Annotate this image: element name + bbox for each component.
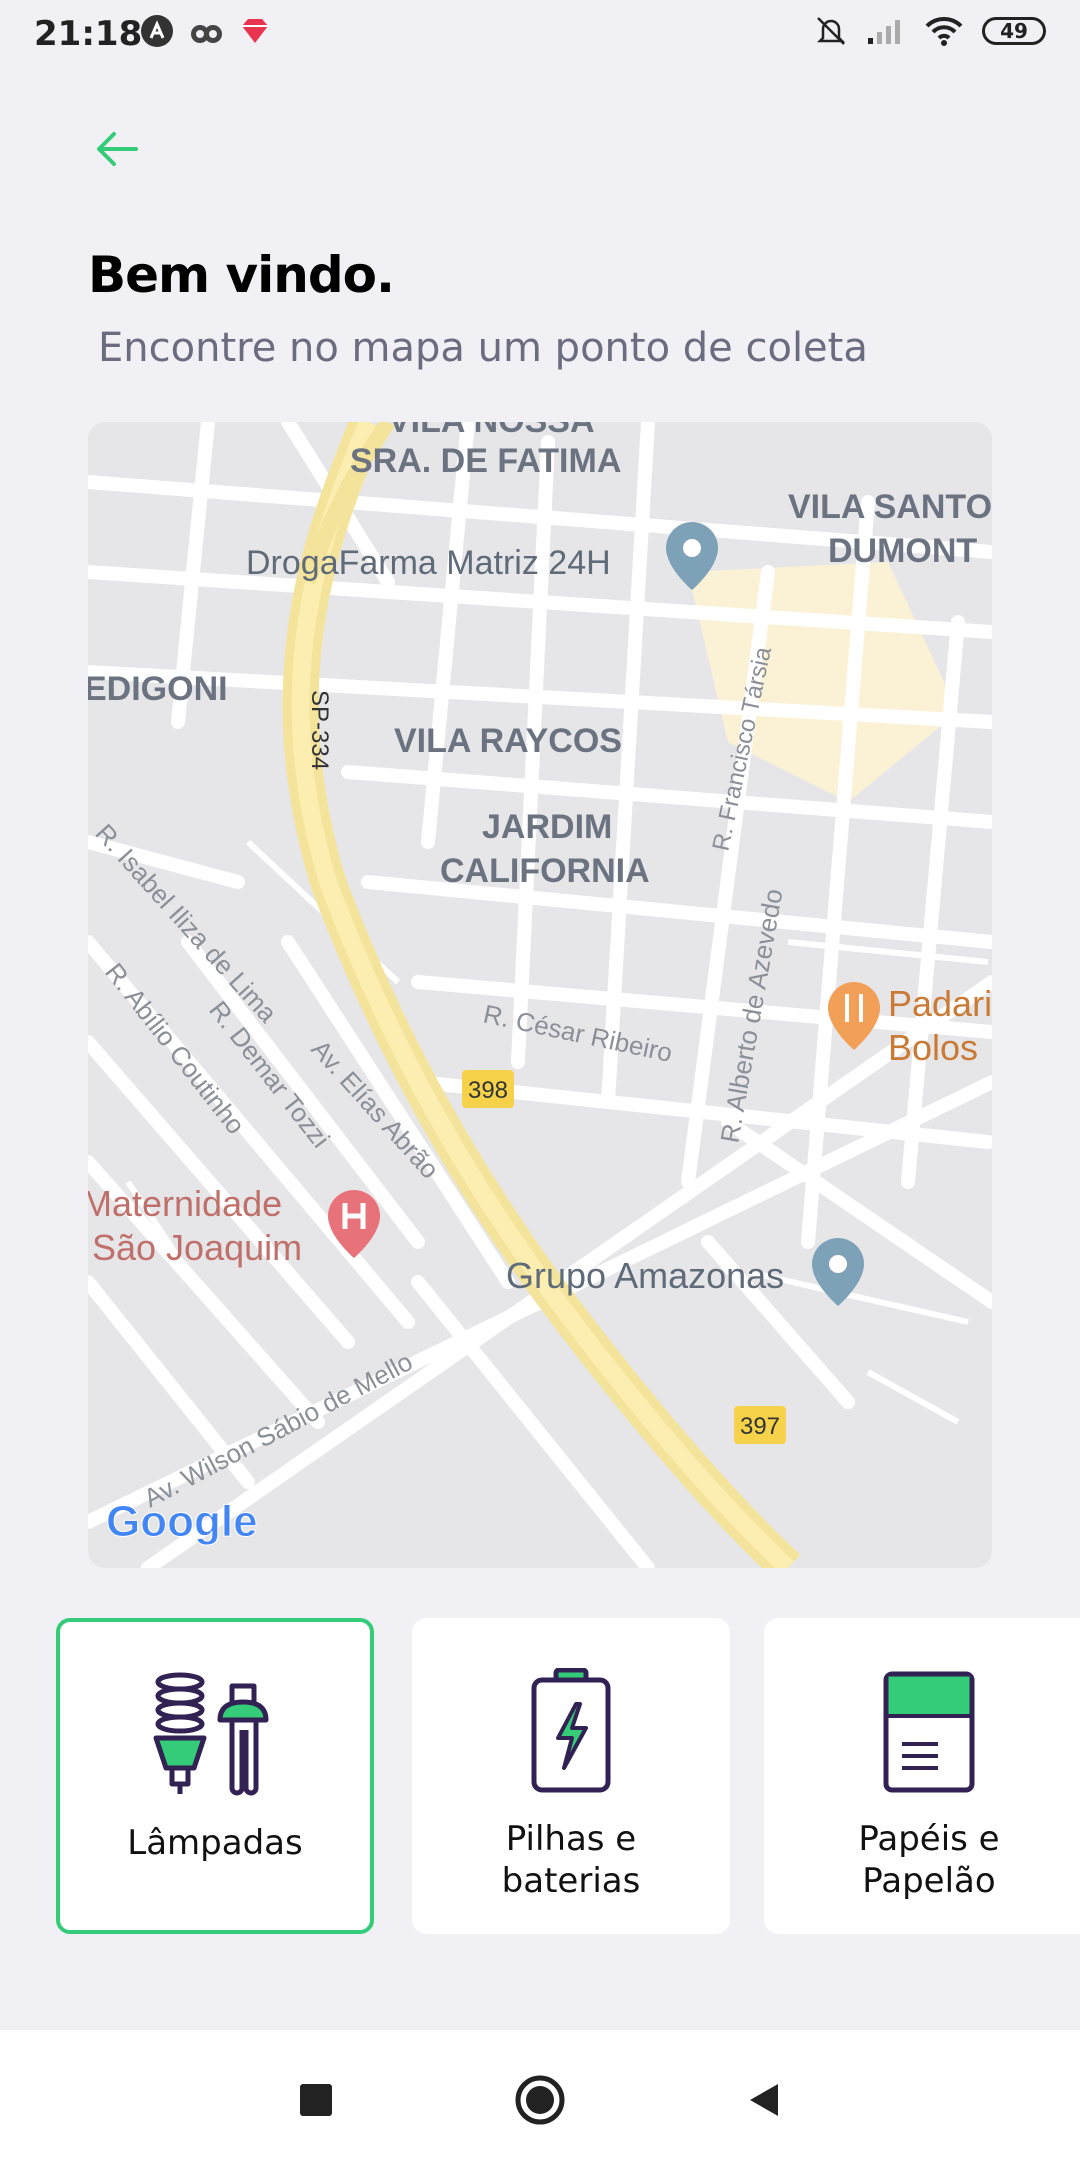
status-right-icons: 49 xyxy=(814,14,1046,48)
map-label-grupo: Grupo Amazonas xyxy=(506,1255,784,1296)
lamps-icon xyxy=(150,1672,280,1802)
recents-button[interactable] xyxy=(286,2070,346,2130)
map-label-sp334: SP-334 xyxy=(306,690,333,770)
battery-level: 49 xyxy=(1000,19,1028,43)
map-label-edigoni: EDIGONI xyxy=(88,670,228,708)
map-view[interactable]: VILA NOSSA SRA. DE FATIMA VILA SANTO DUM… xyxy=(88,422,992,1568)
map-label-jardim: JARDIM xyxy=(482,808,612,846)
map-label-drogafarma: DrogaFarma Matriz 24H xyxy=(246,544,611,582)
page-title: Bem vindo. xyxy=(88,246,395,304)
item-label-line2: Papelão xyxy=(862,1861,996,1901)
home-button[interactable] xyxy=(510,2070,570,2130)
system-back-button[interactable] xyxy=(734,2070,794,2130)
mute-icon xyxy=(816,17,846,45)
google-logo: Google xyxy=(106,1497,259,1547)
map-label-padaria: Padari xyxy=(888,983,992,1024)
map-label-dumont: DUMONT xyxy=(828,532,977,570)
back-triangle-icon xyxy=(750,2084,778,2116)
map-label-vila-nossa: VILA NOSSA xyxy=(388,422,595,440)
system-nav-bar xyxy=(0,2030,1080,2160)
page-subtitle: Encontre no mapa um ponto de coleta xyxy=(98,325,868,371)
item-card-papeis[interactable]: Papéis e Papelão xyxy=(764,1618,1080,1934)
item-card-pilhas[interactable]: Pilhas e baterias xyxy=(412,1618,730,1934)
arrow-left-icon xyxy=(97,132,138,166)
notification-icons xyxy=(140,14,272,48)
battery-indicator: 49 xyxy=(982,17,1046,45)
map-label-maternidade: Maternidade xyxy=(88,1183,282,1224)
signal-icon xyxy=(868,20,900,44)
item-label-line2: baterias xyxy=(501,1861,641,1901)
status-bar: 21:18 49 xyxy=(0,0,1080,70)
app-a-icon xyxy=(141,15,173,47)
home-circle-icon xyxy=(515,2075,565,2125)
items-carousel[interactable]: Lâmpadas Pilhas e baterias Papéis e Pape… xyxy=(0,1610,1080,1945)
map-label-sao-joaquim: São Joaquim xyxy=(92,1227,302,1268)
back-button[interactable] xyxy=(88,120,146,178)
recents-square-icon xyxy=(300,2084,332,2116)
map-label-route-397: 397 xyxy=(740,1413,780,1440)
map-label-route-398: 398 xyxy=(468,1077,508,1104)
app-pets-icon xyxy=(191,25,222,43)
item-label: Lâmpadas xyxy=(127,1822,302,1864)
map-label-bolos: Bolos xyxy=(888,1027,978,1068)
svg-text:Google: Google xyxy=(106,1497,258,1546)
wifi-icon xyxy=(925,16,963,46)
battery-icon xyxy=(506,1668,636,1798)
map-label-vila-raycos: VILA RAYCOS xyxy=(394,722,622,760)
map-label-vila-santos: VILA SANTO xyxy=(788,488,992,526)
item-label-line1: Lâmpadas xyxy=(127,1823,303,1863)
paper-icon xyxy=(864,1668,994,1798)
map-label-california: CALIFORNIA xyxy=(440,852,650,890)
item-label-line1: Pilhas e xyxy=(505,1819,637,1859)
item-card-lampadas[interactable]: Lâmpadas xyxy=(56,1618,374,1934)
status-time: 21:18 xyxy=(34,14,143,54)
item-label-line1: Papéis e xyxy=(858,1819,1000,1859)
map-label-sra-fatima: SRA. DE FATIMA xyxy=(350,442,621,480)
item-label: Pilhas e baterias xyxy=(502,1818,641,1902)
item-label: Papéis e Papelão xyxy=(858,1818,999,1902)
gem-icon xyxy=(242,19,268,43)
